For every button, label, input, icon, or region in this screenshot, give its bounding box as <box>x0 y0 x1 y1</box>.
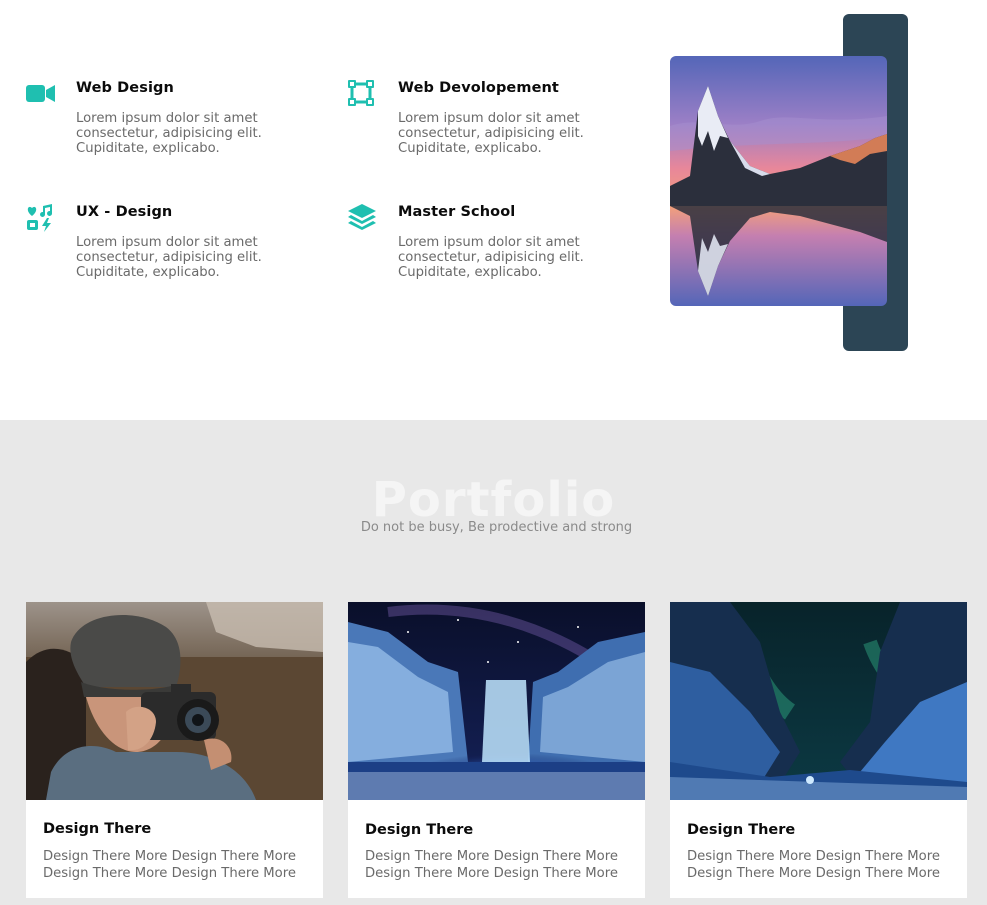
section-subtitle: Do not be busy, Be prodective and strong <box>360 520 633 535</box>
service-title: Web Devolopement <box>398 80 559 96</box>
card-description: Design There More Design There More Desi… <box>687 849 940 881</box>
services-section: Web Design Lorem ipsum dolor sit amet co… <box>0 0 987 420</box>
service-description: Lorem ipsum dolor sit amet consectetur, … <box>76 111 262 156</box>
layer-group-icon <box>348 204 380 236</box>
icons-icon <box>26 204 58 236</box>
service-description: Lorem ipsum dolor sit amet consectetur, … <box>398 111 584 156</box>
card-description: Design There More Design There More Desi… <box>365 849 618 881</box>
photographer-with-camera-photo <box>26 602 323 800</box>
service-title: UX - Design <box>76 204 173 220</box>
card-description: Design There More Design There More Desi… <box>43 849 296 881</box>
waterfall-night-sky-photo <box>348 602 645 800</box>
card-title: Design There <box>365 822 474 838</box>
mountain-lake-sunset-photo <box>670 56 887 306</box>
card-title: Design There <box>43 821 152 837</box>
service-description: Lorem ipsum dolor sit amet consectetur, … <box>398 235 584 280</box>
vector-square-icon <box>348 80 380 112</box>
portfolio-card[interactable]: Design There Design There More Design Th… <box>348 602 645 898</box>
service-title: Master School <box>398 204 516 220</box>
portfolio-section: Portfolio Do not be busy, Be prodective … <box>0 420 987 905</box>
portfolio-card[interactable]: Design There Design There More Design Th… <box>670 602 967 898</box>
card-title: Design There <box>687 822 796 838</box>
portfolio-card[interactable]: Design There Design There More Design Th… <box>26 602 323 898</box>
aurora-canyon-photo <box>670 602 967 800</box>
service-description: Lorem ipsum dolor sit amet consectetur, … <box>76 235 262 280</box>
service-title: Web Design <box>76 80 174 96</box>
video-camera-icon <box>26 80 58 112</box>
